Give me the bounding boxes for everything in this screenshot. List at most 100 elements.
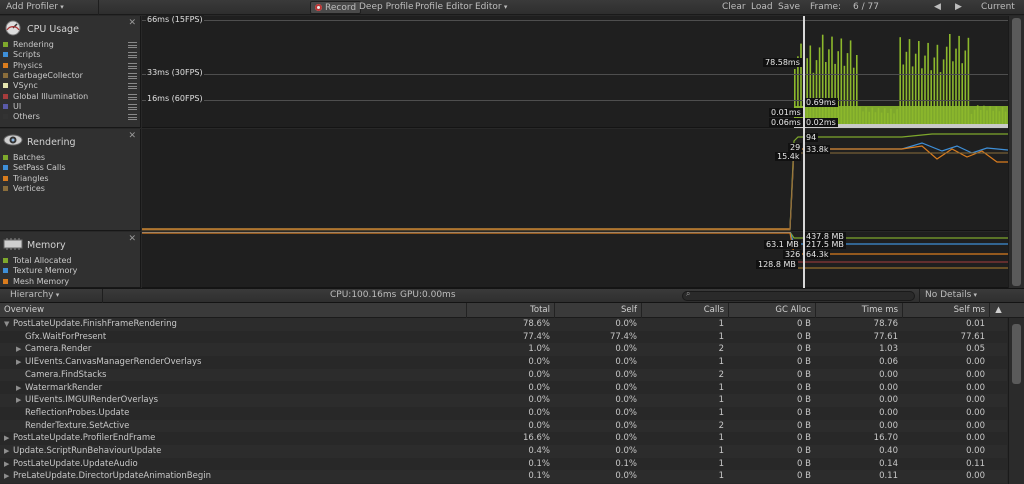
charts-scroll-thumb[interactable] [1012,18,1021,286]
table-row[interactable]: Gfx.WaitForPresent 77.4% 77.4% 1 0 B 77.61 77.… [0,331,1007,344]
table-row[interactable]: ▶ PostLateUpdate.ProfilerEndFrame 16.6% 0.0… [0,432,1007,445]
legend-item[interactable]: Texture Memory [3,266,77,276]
legend-item[interactable]: SetPass Calls [3,163,65,173]
drag-handle-icon[interactable] [128,83,137,90]
rendering-chart[interactable]: 94 29 33.8k 15.4k [142,129,1008,231]
table-row[interactable]: ▶ UIEvents.CanvasManagerRenderOverlays 0.0… [0,356,1007,369]
row-label: ReflectionProbes.Update [25,407,130,418]
cell-self: 0.0% [615,446,637,456]
legend-item[interactable]: Batches [3,153,45,163]
legend-item[interactable]: GarbageCollector [3,71,83,81]
add-profiler-dropdown[interactable]: Add Profiler [2,1,68,14]
drag-handle-icon[interactable] [128,103,137,110]
column-gc-alloc[interactable]: GC Alloc [728,303,815,318]
prev-frame-button[interactable]: ◀ [930,1,945,14]
cell-gc: 0 B [797,420,811,431]
collapsed-arrow-icon[interactable]: ▶ [4,445,13,458]
drag-handle-icon[interactable] [128,52,137,59]
gridline-16ms [142,100,1008,101]
collapsed-arrow-icon[interactable]: ▶ [16,343,25,356]
legend-item[interactable]: Others [3,112,40,122]
cpu-frame-bar [856,55,858,128]
legend-swatch [3,268,8,274]
legend-label: Batches [13,153,46,162]
profile-editor-button[interactable]: Profile Editor [411,1,476,14]
table-row[interactable]: ▶ Camera.Render 1.0% 0.0% 2 0 B 1.03 0.05 [0,343,1007,357]
table-row[interactable]: ReflectionProbes.Update 0.0% 0.0% 1 0 B 0.00 0… [0,407,1007,420]
column-time-ms[interactable]: Time ms [815,303,902,318]
charts-scrollbar[interactable] [1008,16,1024,288]
rendering-module-panel[interactable]: Rendering ✕ Batches SetPass Calls Triangle… [0,129,141,231]
deep-profile-button[interactable]: Deep Profile [355,1,418,14]
cpu-value-label: 0.01ms [769,108,803,117]
drag-handle-icon[interactable] [128,93,137,100]
legend-label: Vertices [13,183,45,193]
legend-item[interactable]: Rendering [3,40,54,50]
legend-label: SetPass Calls [13,163,66,173]
table-row[interactable]: ▶ Update.ScriptRunBehaviourUpdate 0.4% 0.0%… [0,445,1007,458]
load-button[interactable]: Load [747,1,777,14]
legend-swatch [3,72,8,78]
table-row[interactable]: Camera.FindStacks 0.0% 0.0% 2 0 B 0.00 0.00 [0,368,1007,382]
legend-label: Others [13,112,40,122]
collapsed-arrow-icon[interactable]: ▶ [16,382,25,395]
drag-handle-icon[interactable] [128,114,137,121]
cell-total: 0.1% [528,458,550,469]
table-row[interactable]: ▶ PreLateUpdate.DirectorUpdateAnimationBe… [0,470,1007,484]
legend-item[interactable]: Scripts [3,50,40,60]
hierarchy-scrollbar[interactable] [1008,318,1024,484]
collapsed-arrow-icon[interactable]: ▶ [4,470,13,483]
expanded-arrow-icon[interactable]: ▼ [4,318,13,331]
legend-item[interactable]: Global Illumination [3,92,88,102]
cpu-module-panel[interactable]: CPU Usage ✕ Rendering Scripts Physics Garba… [0,16,141,128]
legend-swatch [3,175,8,181]
record-button[interactable]: Record [310,1,362,14]
memory-module-panel[interactable]: Memory ✕ Total Allocated Texture Memory Me… [0,232,141,288]
legend-item[interactable]: Physics [3,61,43,71]
collapsed-arrow-icon[interactable]: ▶ [4,432,13,445]
clear-button[interactable]: Clear [718,1,750,14]
drag-handle-icon[interactable] [128,42,137,48]
save-button[interactable]: Save [774,1,804,14]
table-row[interactable]: ▶ PostLateUpdate.UpdateAudio 0.1% 0.1% 1 0 B 0… [0,458,1007,471]
table-row[interactable]: ▶ UIEvents.IMGUIRenderOverlays 0.0% 0.0% 1 0 … [0,394,1007,407]
collapsed-arrow-icon[interactable]: ▶ [4,458,13,471]
current-frame-button[interactable]: Current [977,1,1019,14]
memory-chart[interactable]: 437.8 MB 63.1 MB 217.5 MB 326 64.3k 128.… [142,232,1008,288]
close-icon[interactable]: ✕ [128,234,136,244]
close-icon[interactable]: ✕ [128,18,136,28]
hierarchy-scroll-thumb[interactable] [1012,324,1021,384]
cpu-frame-bar [843,65,846,128]
legend-item[interactable]: Mesh Memory [3,277,69,287]
column-self-ms[interactable]: Self ms [902,303,989,318]
next-frame-button[interactable]: ▶ [951,1,966,14]
drag-handle-icon[interactable] [128,72,137,79]
details-dropdown[interactable]: No Details [921,289,981,302]
collapsed-arrow-icon[interactable]: ▶ [16,356,25,369]
table-row[interactable]: ▶ WatermarkRender 0.0% 0.0% 1 0 B 0.00 0.00 [0,382,1007,395]
collapsed-arrow-icon[interactable]: ▶ [16,394,25,407]
legend-item[interactable]: Vertices [3,184,45,194]
cpu-usage-chart[interactable]: 66ms (15FPS) 33ms (30FPS) 16ms (60FPS) 7… [142,15,1008,128]
column-warning-sort-icon[interactable]: ▲ [989,303,1007,318]
legend-item[interactable]: VSync [3,81,38,91]
cell-total: 0.0% [528,382,550,393]
table-row[interactable]: RenderTexture.SetActive 0.0% 0.0% 2 0 B 0.00 0… [0,419,1007,433]
row-label: Camera.Render [25,344,92,355]
legend-item[interactable]: Triangles [3,174,49,184]
column-self[interactable]: Self [554,303,641,318]
legend-item[interactable]: UI [3,102,21,112]
column-overview[interactable]: Overview [0,303,466,318]
profiler-toolbar: Add Profiler Record Deep Profile Profile… [0,0,1024,15]
frame-cursor-line[interactable] [803,16,805,288]
close-icon[interactable]: ✕ [128,131,136,141]
table-row[interactable]: ▼ PostLateUpdate.FinishFrameRendering 78.6… [0,318,1007,331]
drag-handle-icon[interactable] [128,62,137,69]
editor-target-dropdown[interactable]: Editor [471,1,511,14]
cell-selfms: 0.00 [966,446,985,456]
column-calls[interactable]: Calls [641,303,728,318]
search-input[interactable]: ⌕ [682,289,915,301]
legend-item[interactable]: Total Allocated [3,256,71,266]
view-mode-dropdown[interactable]: Hierarchy [6,289,63,302]
column-total[interactable]: Total [466,303,554,318]
